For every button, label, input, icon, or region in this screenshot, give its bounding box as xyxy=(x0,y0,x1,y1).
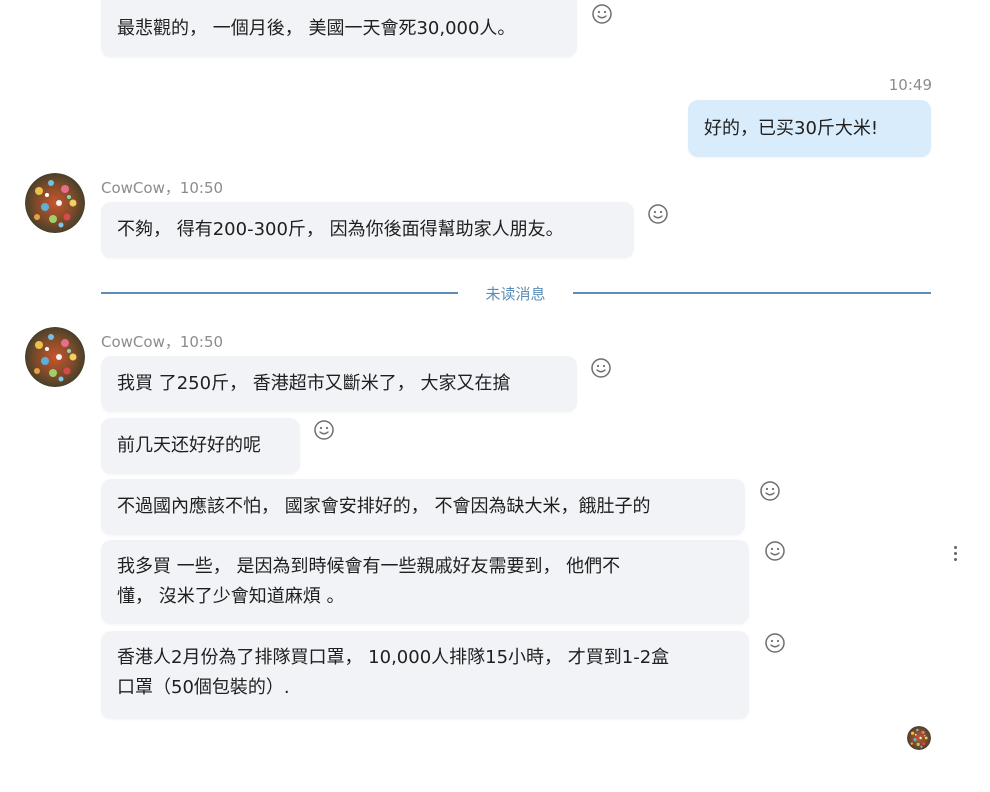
sender-meta: CowCow，10:50 xyxy=(101,179,224,197)
message-text: 不過國內應該不怕， 國家會安排好的， 不會因為缺大米，餓肚子的 xyxy=(117,496,651,517)
message-text: 最悲觀的， 一個月後， 美國一天會死30,000人。 xyxy=(117,18,516,39)
smiley-icon[interactable] xyxy=(590,357,612,379)
message-text-line: 口罩（50個包裝的）. xyxy=(117,677,290,698)
message-text-line: 我多買 一些， 是因為到時候會有一些親戚好友需要到， 他們不 xyxy=(117,556,621,577)
message-bubble[interactable]: 香港人2月份為了排隊買口罩， 10,000人排隊15小時， 才買到1-2盒 口罩… xyxy=(101,631,749,719)
smiley-icon[interactable] xyxy=(591,3,613,25)
smiley-icon[interactable] xyxy=(313,419,335,441)
message-text: 好的，已买30斤大米! xyxy=(704,118,879,139)
message-bubble[interactable]: 最悲觀的， 一個月後， 美國一天會死30,000人。 xyxy=(101,0,577,57)
sender-meta: CowCow，10:50 xyxy=(101,333,224,351)
smiley-icon[interactable] xyxy=(759,480,781,502)
avatar[interactable] xyxy=(25,173,85,233)
message-bubble[interactable]: 我買 了250斤， 香港超市又斷米了， 大家又在搶 xyxy=(101,356,577,412)
message-text: 前几天还好好的呢 xyxy=(117,435,261,456)
message-text-line: 懂， 沒米了少會知道麻煩 。 xyxy=(117,586,345,607)
unread-divider-right xyxy=(573,292,931,294)
message-text: 我買 了250斤， 香港超市又斷米了， 大家又在搶 xyxy=(117,373,511,394)
message-text-line: 香港人2月份為了排隊買口罩， 10,000人排隊15小時， 才買到1-2盒 xyxy=(117,647,670,668)
message-timestamp: 10:49 xyxy=(888,76,932,94)
smiley-icon[interactable] xyxy=(764,632,786,654)
unread-divider-label: 未读消息 xyxy=(485,285,546,303)
smiley-icon[interactable] xyxy=(647,203,669,225)
avatar[interactable] xyxy=(25,327,85,387)
message-text: 不夠， 得有200-300斤， 因為你後面得幫助家人朋友。 xyxy=(117,219,564,240)
message-bubble[interactable]: 我多買 一些， 是因為到時候會有一些親戚好友需要到， 他們不 懂， 沒米了少會知… xyxy=(101,540,749,624)
more-vertical-icon[interactable] xyxy=(952,544,958,564)
message-bubble[interactable]: 前几天还好好的呢 xyxy=(101,418,300,474)
read-receipt-avatar xyxy=(907,726,931,750)
smiley-icon[interactable] xyxy=(764,540,786,562)
message-bubble-self[interactable]: 好的，已买30斤大米! xyxy=(688,100,931,157)
unread-divider-left xyxy=(101,292,458,294)
message-bubble[interactable]: 不夠， 得有200-300斤， 因為你後面得幫助家人朋友。 xyxy=(101,202,634,258)
message-bubble[interactable]: 不過國內應該不怕， 國家會安排好的， 不會因為缺大米，餓肚子的 xyxy=(101,479,745,535)
